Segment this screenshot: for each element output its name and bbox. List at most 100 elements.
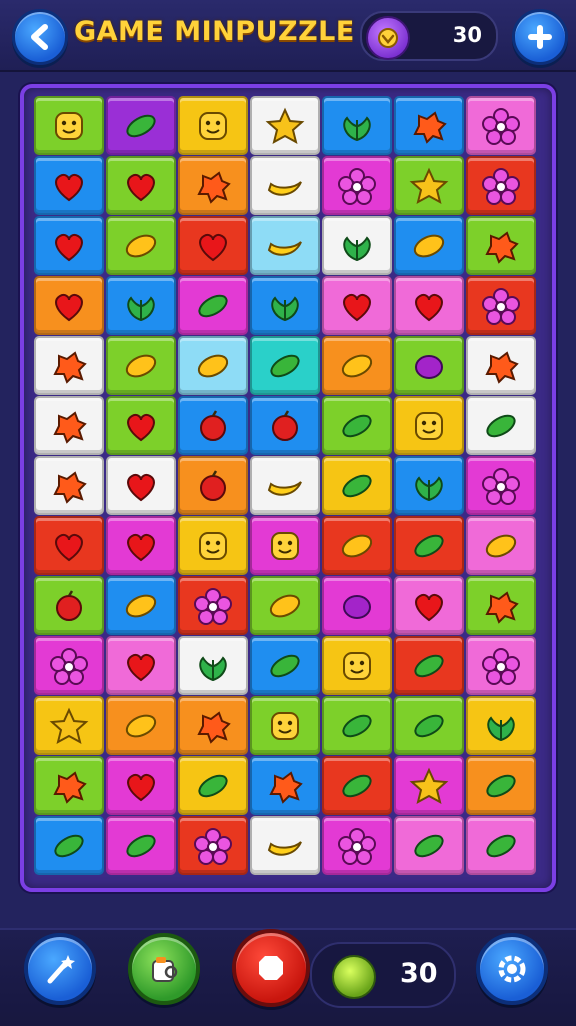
tile-star[interactable] [34,696,104,755]
tile-bean[interactable] [394,696,464,755]
settings-button[interactable] [476,933,548,1005]
tile-flower[interactable] [466,636,536,695]
tile-bean[interactable] [250,636,320,695]
tile-leaf[interactable] [322,216,392,275]
tile-bean[interactable] [322,696,392,755]
tile-heart[interactable] [394,276,464,335]
tile-flower[interactable] [322,156,392,215]
tile-bean[interactable] [322,396,392,455]
tile-apple[interactable] [250,396,320,455]
tile-splat[interactable] [250,756,320,815]
tile-leaf[interactable] [394,456,464,515]
tile-heart[interactable] [106,516,176,575]
tile-smiley[interactable] [394,396,464,455]
tile-heart[interactable] [34,276,104,335]
tile-heart[interactable] [34,216,104,275]
tile-bean[interactable] [394,816,464,875]
heart-icon [127,773,155,801]
tile-leaf[interactable] [322,96,392,155]
tile-splat[interactable] [34,456,104,515]
tile-apple[interactable] [34,576,104,635]
tile-bean[interactable] [322,756,392,815]
tile-smiley[interactable] [34,96,104,155]
tile-heart[interactable] [394,576,464,635]
tile-leaf[interactable] [178,636,248,695]
tile-star[interactable] [394,756,464,815]
tile-mango[interactable] [394,216,464,275]
tile-flower[interactable] [178,576,248,635]
tile-heart[interactable] [106,636,176,695]
tile-plum[interactable] [322,576,392,635]
tile-apple[interactable] [178,456,248,515]
tile-banana[interactable] [250,816,320,875]
tile-bean[interactable] [178,276,248,335]
tile-mango[interactable] [322,336,392,395]
tile-mango[interactable] [106,696,176,755]
tile-bean[interactable] [106,96,176,155]
add-coins-button[interactable] [512,9,568,65]
tile-heart[interactable] [322,276,392,335]
tile-splat[interactable] [34,756,104,815]
stop-button[interactable] [232,929,310,1007]
tile-heart[interactable] [34,516,104,575]
tile-flower[interactable] [466,276,536,335]
tile-mango[interactable] [178,336,248,395]
tile-flower[interactable] [178,816,248,875]
tile-heart[interactable] [106,396,176,455]
tile-splat[interactable] [178,696,248,755]
tile-flower[interactable] [466,456,536,515]
tile-mango[interactable] [106,216,176,275]
tile-mango[interactable] [466,516,536,575]
tile-splat[interactable] [466,216,536,275]
tile-bean[interactable] [394,516,464,575]
tile-heart[interactable] [106,156,176,215]
tile-heart[interactable] [106,756,176,815]
flower-icon [338,827,376,865]
tile-heart[interactable] [34,156,104,215]
tile-smiley[interactable] [250,696,320,755]
tile-splat[interactable] [34,396,104,455]
tile-smiley[interactable] [178,516,248,575]
tile-smiley[interactable] [250,516,320,575]
tile-splat[interactable] [466,576,536,635]
tile-bean[interactable] [178,756,248,815]
magic-wand-button[interactable] [24,933,96,1005]
booster-button[interactable] [128,933,200,1005]
tile-bean[interactable] [394,636,464,695]
tile-mango[interactable] [106,576,176,635]
tile-banana[interactable] [250,156,320,215]
tile-mango[interactable] [250,576,320,635]
tile-heart[interactable] [106,456,176,515]
tile-mango[interactable] [106,336,176,395]
tile-splat[interactable] [34,336,104,395]
tile-heart[interactable] [178,216,248,275]
tile-smiley[interactable] [322,636,392,695]
tile-bean[interactable] [322,456,392,515]
tile-bean[interactable] [466,816,536,875]
tile-splat[interactable] [178,156,248,215]
splat-icon [53,410,87,444]
tile-leaf[interactable] [250,276,320,335]
tile-splat[interactable] [466,336,536,395]
tile-splat[interactable] [394,96,464,155]
tile-flower[interactable] [466,96,536,155]
tile-banana[interactable] [250,216,320,275]
tile-bean[interactable] [250,336,320,395]
tile-apple[interactable] [178,396,248,455]
tile-bean[interactable] [466,756,536,815]
tile-bean[interactable] [466,396,536,455]
tile-star[interactable] [250,96,320,155]
tile-smiley[interactable] [178,96,248,155]
tile-leaf[interactable] [106,276,176,335]
back-button[interactable] [12,9,68,65]
tile-flower[interactable] [466,156,536,215]
tile-star[interactable] [394,156,464,215]
tile-flower[interactable] [322,816,392,875]
tile-banana[interactable] [250,456,320,515]
tile-bean[interactable] [34,816,104,875]
tile-plum[interactable] [394,336,464,395]
tile-mango[interactable] [322,516,392,575]
tile-leaf[interactable] [466,696,536,755]
tile-flower[interactable] [34,636,104,695]
tile-bean[interactable] [106,816,176,875]
